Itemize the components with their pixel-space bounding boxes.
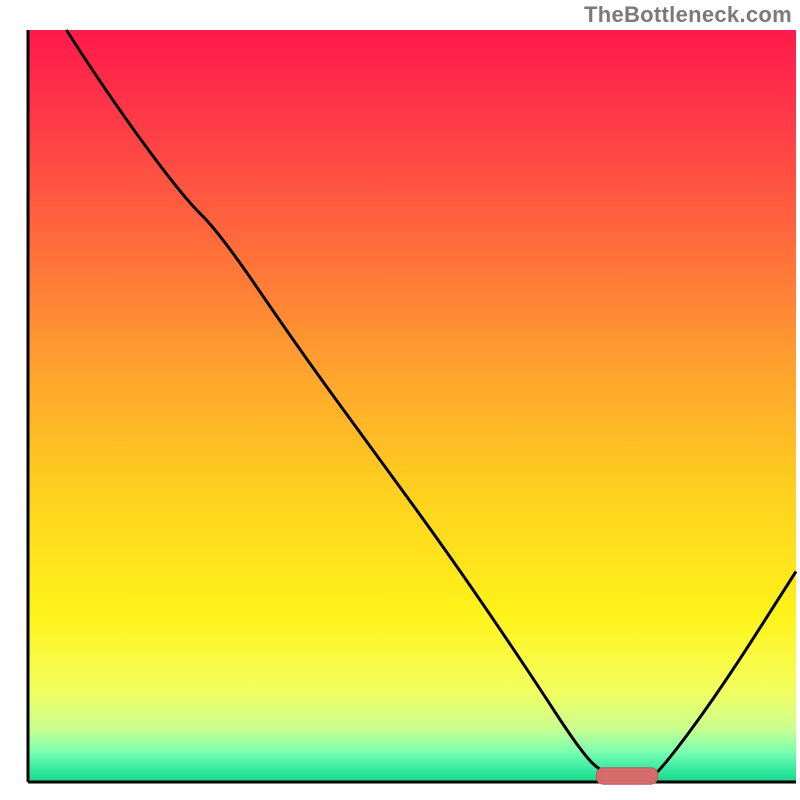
plot-svg xyxy=(0,0,800,800)
bottleneck-chart: TheBottleneck.com xyxy=(0,0,800,800)
optimal-range-marker xyxy=(596,768,657,785)
watermark-label: TheBottleneck.com xyxy=(584,2,792,28)
